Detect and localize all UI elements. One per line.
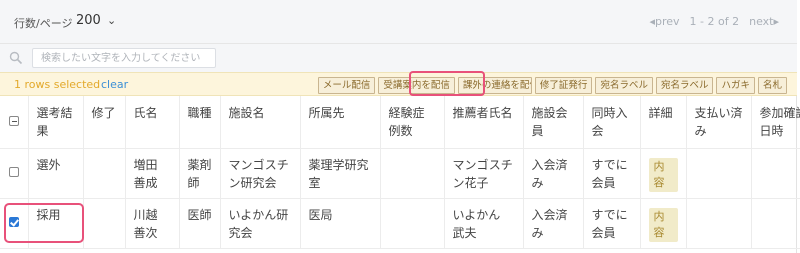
header-recommender[interactable]: 推薦者氏名 bbox=[444, 96, 524, 149]
cell-details: 内容 bbox=[640, 148, 687, 199]
header-affiliation[interactable]: 所属先 bbox=[300, 96, 381, 149]
header-case-count[interactable]: 経験症例数 bbox=[380, 96, 445, 149]
selection-bar: 1 rows selected clear メール配信 受講案内を配信 課外の連… bbox=[0, 72, 797, 96]
table-row[interactable]: 採用 川越 善次 医師 いよかん研究会 医局 いよかん 武夫 入会済み すでに会… bbox=[0, 198, 800, 249]
cell-attendance-confirmed bbox=[751, 198, 800, 249]
search-icon bbox=[9, 51, 23, 65]
next-label: next bbox=[749, 15, 774, 28]
next-button[interactable]: next▸ bbox=[749, 15, 779, 28]
header-occupation[interactable]: 職種 bbox=[179, 96, 221, 149]
cell-occupation: 薬剤師 bbox=[179, 148, 221, 199]
header-name[interactable]: 氏名 bbox=[125, 96, 180, 149]
cell-name: 増田 善成 bbox=[125, 148, 180, 199]
selected-count: 1 rows selected bbox=[14, 78, 101, 91]
cell-facility-member: 入会済み bbox=[523, 198, 584, 249]
details-button[interactable]: 内容 bbox=[648, 157, 678, 192]
cell-concurrent-join: すでに会員 bbox=[583, 198, 641, 249]
per-page-label: 行数/ページ bbox=[14, 17, 73, 30]
cell-case-count bbox=[380, 198, 445, 249]
postcard-button[interactable]: ハガキ bbox=[716, 77, 755, 94]
cell-paid bbox=[686, 148, 752, 199]
cell-case-count bbox=[380, 148, 445, 199]
cell-name: 川越 善次 bbox=[125, 198, 180, 249]
indeterminate-checkbox-icon bbox=[8, 115, 19, 126]
header-selection-result[interactable]: 選考結果 bbox=[28, 96, 84, 149]
highlight-frame bbox=[409, 71, 485, 96]
address-label-button-2[interactable]: 宛名ラベル bbox=[655, 77, 714, 94]
cell-facility-member: 入会済み bbox=[523, 148, 584, 199]
cell-affiliation: 医局 bbox=[300, 198, 381, 249]
prev-button[interactable]: ◂prev bbox=[649, 15, 679, 28]
page-range: 1 - 2 of 2 bbox=[689, 15, 740, 28]
send-mail-button[interactable]: メール配信 bbox=[317, 77, 376, 94]
chevron-down-icon[interactable]: ⌄ bbox=[107, 14, 116, 27]
table-header-row: 選考結果 修了 氏名 職種 施設名 所属先 経験症例数 推薦者氏名 施設会員 同… bbox=[0, 96, 800, 149]
cell-attendance-confirmed bbox=[751, 148, 800, 199]
header-completion[interactable]: 修了 bbox=[83, 96, 126, 149]
cell-affiliation: 薬理学研究室 bbox=[300, 148, 381, 199]
highlight-frame bbox=[4, 203, 84, 243]
cell-recommender: マンゴスチン花子 bbox=[444, 148, 524, 199]
header-details[interactable]: 詳細 bbox=[640, 96, 687, 149]
table-row[interactable]: 選外 増田 善成 薬剤師 マンゴスチン研究会 薬理学研究室 マンゴスチン花子 入… bbox=[0, 148, 800, 199]
prev-label: prev bbox=[654, 15, 680, 28]
header-facility[interactable]: 施設名 bbox=[220, 96, 301, 149]
clear-selection-link[interactable]: clear bbox=[101, 78, 128, 91]
table-panel: 行数/ページ 200 ⌄ ◂prev 1 - 2 of 2 next▸ 1 ro… bbox=[0, 0, 800, 253]
cell-details: 内容 bbox=[640, 198, 687, 249]
search-row bbox=[0, 44, 797, 72]
issue-certificate-button[interactable]: 修了証発行 bbox=[534, 77, 593, 94]
cell-completion bbox=[83, 148, 126, 199]
header-facility-member[interactable]: 施設会員 bbox=[523, 96, 584, 149]
cell-facility: いよかん研究会 bbox=[220, 198, 301, 249]
select-all-checkbox[interactable] bbox=[0, 96, 29, 149]
details-button[interactable]: 内容 bbox=[648, 207, 678, 242]
cell-paid bbox=[686, 198, 752, 249]
cell-occupation: 医師 bbox=[179, 198, 221, 249]
search-input[interactable] bbox=[32, 48, 216, 68]
cell-facility: マンゴスチン研究会 bbox=[220, 148, 301, 199]
bulk-actions: メール配信 受講案内を配信 課外の連絡を配信 修了証発行 宛名ラベル 宛名ラベル… bbox=[317, 77, 787, 94]
checkbox-icon bbox=[8, 167, 19, 177]
pager: ◂prev 1 - 2 of 2 next▸ bbox=[649, 15, 779, 28]
cell-completion bbox=[83, 198, 126, 249]
cell-selection-result: 選外 bbox=[28, 148, 84, 199]
per-page-select[interactable]: 200 bbox=[76, 13, 101, 28]
cell-recommender: いよかん 武夫 bbox=[444, 198, 524, 249]
header-attendance-confirmed[interactable]: 参加確認日時 bbox=[751, 96, 800, 149]
name-tag-button[interactable]: 名札 bbox=[757, 77, 787, 94]
row-checkbox[interactable] bbox=[0, 148, 29, 199]
cell-concurrent-join: すでに会員 bbox=[583, 148, 641, 199]
header-paid[interactable]: 支払い済み bbox=[686, 96, 752, 149]
address-label-button[interactable]: 宛名ラベル bbox=[595, 77, 653, 94]
header-concurrent-join[interactable]: 同時入会 bbox=[583, 96, 641, 149]
table-toolbar: 行数/ページ 200 ⌄ ◂prev 1 - 2 of 2 next▸ bbox=[0, 0, 797, 44]
participants-table: 選考結果 修了 氏名 職種 施設名 所属先 経験症例数 推薦者氏名 施設会員 同… bbox=[0, 96, 800, 249]
